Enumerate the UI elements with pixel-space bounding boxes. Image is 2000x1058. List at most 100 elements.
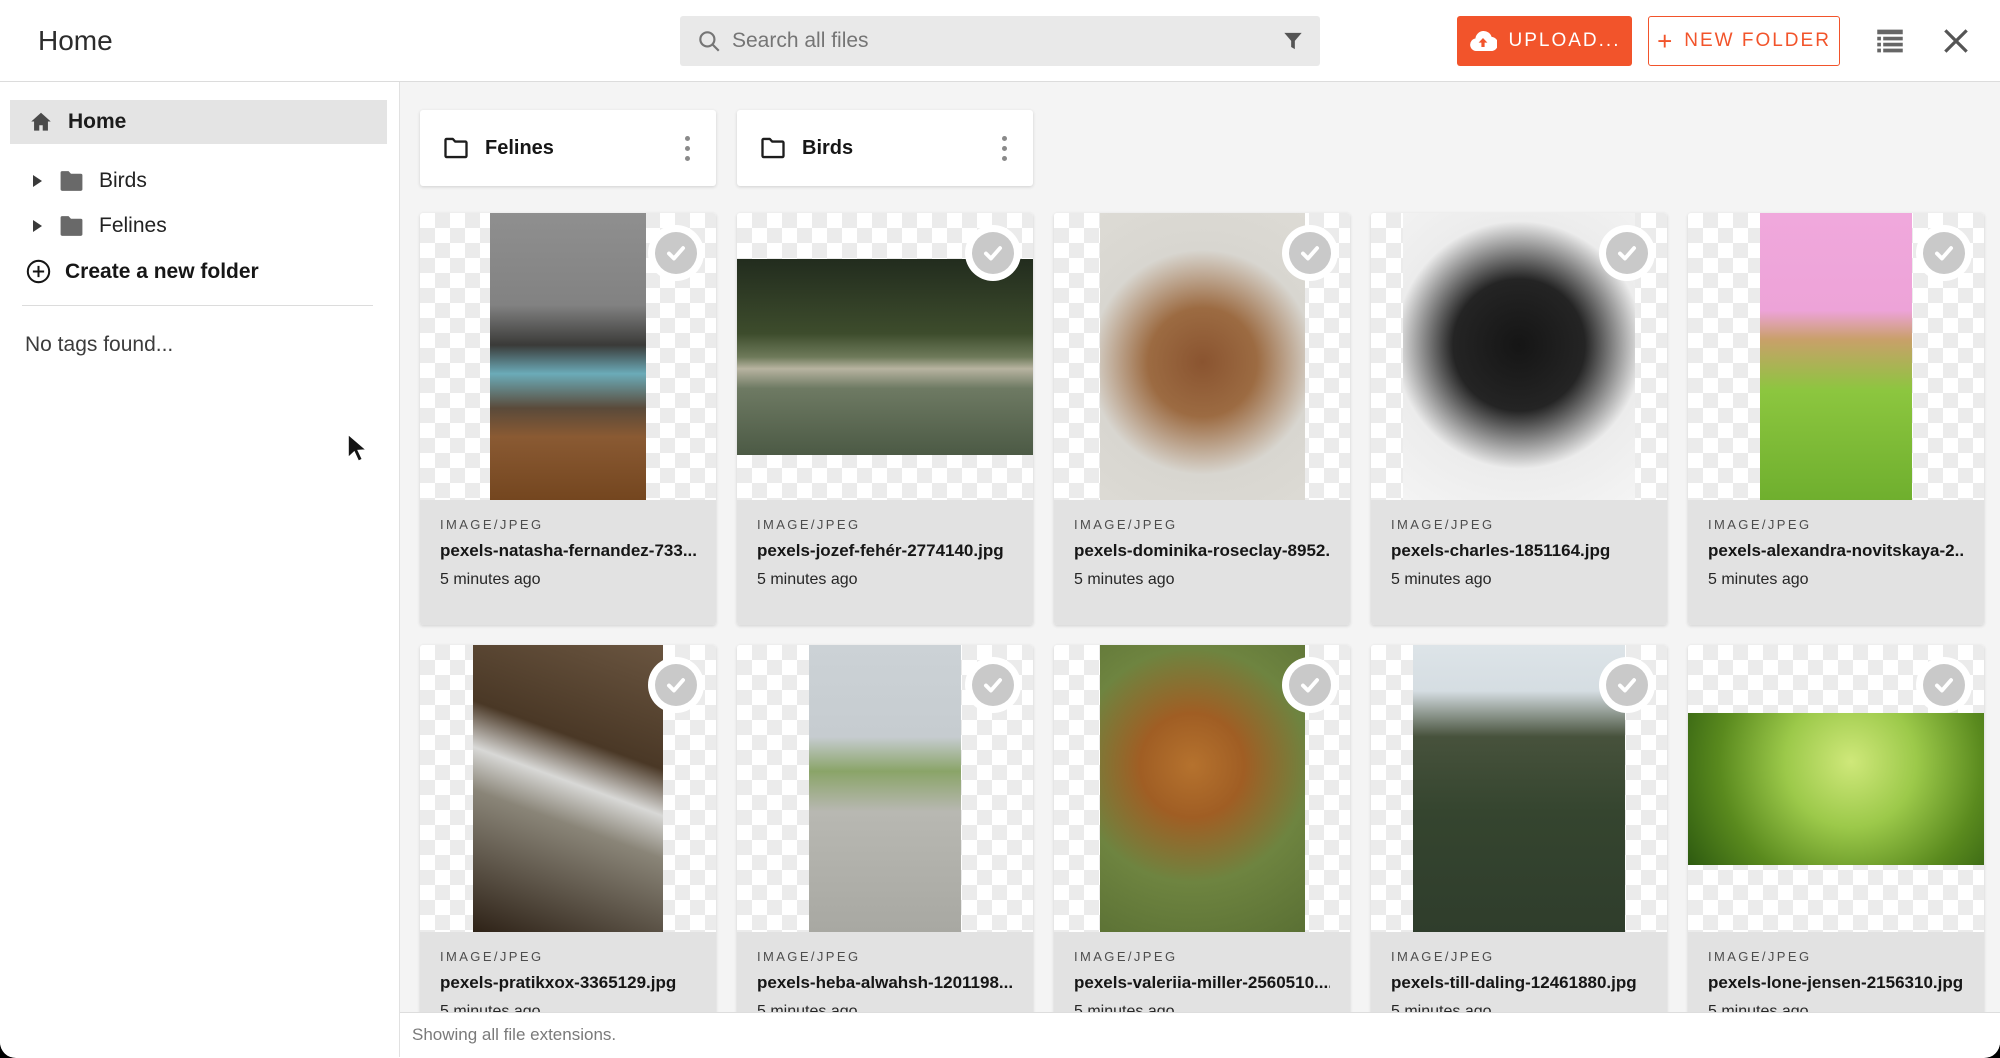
filter-icon[interactable] — [1280, 28, 1306, 54]
file-name: pexels-alexandra-novitskaya-2... — [1708, 541, 1964, 561]
select-checkmark-badge[interactable] — [1282, 657, 1338, 713]
file-card[interactable]: IMAGE/JPEG pexels-till-daling-12461880.j… — [1371, 645, 1667, 1057]
file-thumbnail-image — [1688, 713, 1984, 865]
file-thumbnail-area[interactable] — [737, 645, 1033, 932]
file-modified-time: 5 minutes ago — [1074, 571, 1330, 589]
new-folder-button[interactable]: + NEW FOLDER — [1648, 16, 1840, 66]
file-thumbnail-area[interactable] — [1688, 645, 1984, 932]
folder-card[interactable]: Felines — [420, 110, 716, 186]
file-card[interactable]: IMAGE/JPEG pexels-jozef-fehér-2774140.jp… — [737, 213, 1033, 625]
check-icon — [663, 240, 689, 266]
file-card[interactable]: IMAGE/JPEG pexels-alexandra-novitskaya-2… — [1688, 213, 1984, 625]
file-meta: IMAGE/JPEG pexels-charles-1851164.jpg 5 … — [1371, 500, 1667, 625]
new-folder-button-label: NEW FOLDER — [1684, 30, 1831, 52]
file-thumbnail-area[interactable] — [420, 213, 716, 500]
upload-button-label: UPLOAD... — [1509, 30, 1621, 52]
file-card[interactable]: IMAGE/JPEG pexels-heba-alwahsh-1201198..… — [737, 645, 1033, 1057]
sidebar-item-birds[interactable]: Birds — [0, 158, 399, 203]
home-icon — [28, 109, 54, 135]
select-checkmark-badge[interactable] — [648, 225, 704, 281]
folder-card[interactable]: Birds — [737, 110, 1033, 186]
folder-cards-row: Felines Birds — [420, 110, 1033, 186]
file-mime-label: IMAGE/JPEG — [757, 517, 1013, 532]
file-meta: IMAGE/JPEG pexels-dominika-roseclay-8952… — [1054, 500, 1350, 625]
file-thumbnail-area[interactable] — [1371, 213, 1667, 500]
chevron-right-icon[interactable] — [33, 220, 42, 232]
check-icon — [980, 672, 1006, 698]
status-bar: Showing all file extensions. — [400, 1012, 2000, 1057]
upload-button[interactable]: UPLOAD... — [1457, 16, 1632, 66]
page-title: Home — [38, 25, 113, 57]
search-input[interactable] — [732, 29, 1280, 53]
file-card[interactable]: IMAGE/JPEG pexels-natasha-fernandez-733.… — [420, 213, 716, 625]
check-icon — [980, 240, 1006, 266]
status-bar-text: Showing all file extensions. — [412, 1025, 616, 1045]
list-view-icon[interactable] — [1872, 24, 1908, 58]
file-mime-label: IMAGE/JPEG — [1074, 949, 1330, 964]
file-name: pexels-jozef-fehér-2774140.jpg — [757, 541, 1013, 561]
file-mime-label: IMAGE/JPEG — [1391, 949, 1647, 964]
file-card[interactable]: IMAGE/JPEG pexels-dominika-roseclay-8952… — [1054, 213, 1350, 625]
sidebar-item-felines[interactable]: Felines — [0, 203, 399, 248]
folder-outline-icon — [759, 135, 787, 161]
file-grid-row-2: IMAGE/JPEG pexels-pratikxox-3365129.jpg … — [420, 645, 1984, 1057]
select-checkmark-badge[interactable] — [1916, 657, 1972, 713]
select-checkmark-badge[interactable] — [1599, 657, 1655, 713]
file-mime-label: IMAGE/JPEG — [757, 949, 1013, 964]
create-new-folder-button[interactable]: Create a new folder — [0, 258, 399, 285]
main-content: Felines Birds IMAGE/JPEG pexels-natasha-… — [400, 82, 2000, 1057]
select-checkmark-badge[interactable] — [1599, 225, 1655, 281]
file-card[interactable]: IMAGE/JPEG pexels-lone-jensen-2156310.jp… — [1688, 645, 1984, 1057]
select-checkmark-badge[interactable] — [965, 657, 1021, 713]
sidebar-felines-label: Felines — [99, 214, 167, 238]
circle-plus-icon — [25, 258, 52, 285]
select-checkmark-badge[interactable] — [965, 225, 1021, 281]
close-icon[interactable] — [1940, 24, 1972, 58]
file-mime-label: IMAGE/JPEG — [440, 949, 696, 964]
check-icon — [1614, 672, 1640, 698]
file-name: pexels-charles-1851164.jpg — [1391, 541, 1647, 561]
plus-icon: + — [1657, 26, 1672, 57]
file-thumbnail-image — [1413, 645, 1625, 932]
create-new-folder-label: Create a new folder — [65, 260, 259, 284]
file-grid-row-1: IMAGE/JPEG pexels-natasha-fernandez-733.… — [420, 213, 1984, 625]
file-meta: IMAGE/JPEG pexels-jozef-fehér-2774140.jp… — [737, 500, 1033, 625]
folder-icon — [58, 214, 85, 238]
select-checkmark-badge[interactable] — [1282, 225, 1338, 281]
file-thumbnail-area[interactable] — [1371, 645, 1667, 932]
file-thumbnail-area[interactable] — [1688, 213, 1984, 500]
check-icon — [1297, 240, 1323, 266]
kebab-menu-icon[interactable] — [994, 130, 1015, 167]
folder-card-label: Felines — [485, 137, 677, 160]
upload-cloud-icon — [1469, 30, 1497, 52]
file-name: pexels-lone-jensen-2156310.jpg — [1708, 973, 1964, 993]
file-thumbnail-area[interactable] — [1054, 645, 1350, 932]
file-mime-label: IMAGE/JPEG — [1074, 517, 1330, 532]
select-checkmark-badge[interactable] — [1916, 225, 1972, 281]
file-card[interactable]: IMAGE/JPEG pexels-charles-1851164.jpg 5 … — [1371, 213, 1667, 625]
sidebar-birds-label: Birds — [99, 169, 147, 193]
file-thumbnail-area[interactable] — [737, 213, 1033, 500]
sidebar-divider — [22, 305, 373, 306]
file-thumbnail-image — [490, 213, 646, 500]
file-thumbnail-area[interactable] — [420, 645, 716, 932]
check-icon — [1614, 240, 1640, 266]
file-card[interactable]: IMAGE/JPEG pexels-pratikxox-3365129.jpg … — [420, 645, 716, 1057]
sidebar: Home Birds Felines Create — [0, 82, 400, 1057]
search-icon — [696, 28, 722, 54]
file-meta: IMAGE/JPEG pexels-natasha-fernandez-733.… — [420, 500, 716, 625]
sidebar-item-home[interactable]: Home — [10, 100, 387, 144]
search-bar[interactable] — [680, 16, 1320, 66]
file-modified-time: 5 minutes ago — [1708, 571, 1964, 589]
folder-card-label: Birds — [802, 137, 994, 160]
file-mime-label: IMAGE/JPEG — [440, 517, 696, 532]
check-icon — [663, 672, 689, 698]
file-card[interactable]: IMAGE/JPEG pexels-valeriia-miller-256051… — [1054, 645, 1350, 1057]
kebab-menu-icon[interactable] — [677, 130, 698, 167]
file-name: pexels-natasha-fernandez-733... — [440, 541, 696, 561]
chevron-right-icon[interactable] — [33, 175, 42, 187]
select-checkmark-badge[interactable] — [648, 657, 704, 713]
file-thumbnail-area[interactable] — [1054, 213, 1350, 500]
file-name: pexels-till-daling-12461880.jpg — [1391, 973, 1647, 993]
file-name: pexels-heba-alwahsh-1201198... — [757, 973, 1013, 993]
